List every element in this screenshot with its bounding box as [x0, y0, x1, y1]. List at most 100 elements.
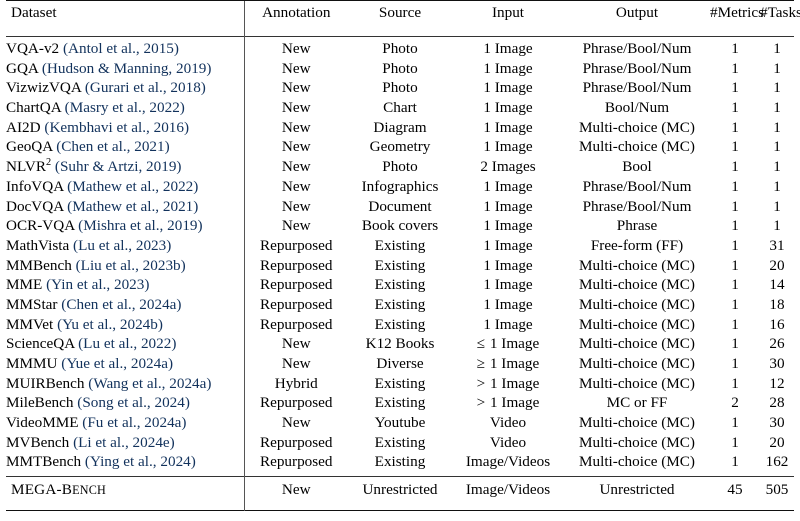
column-header-input: Input	[491, 4, 525, 21]
cell-metrics-count: 1	[731, 433, 739, 451]
dataset-citation-link[interactable]: (Ying et al., 2024)	[85, 453, 196, 470]
cell-tasks-count: 1	[773, 59, 781, 77]
cell-source: Existing	[374, 276, 426, 294]
input-value: 1 Image	[483, 256, 533, 274]
cell-input: Video	[452, 415, 564, 435]
dataset-citation-link[interactable]: (Lu et al., 2023)	[73, 237, 171, 254]
cell-tasks-count: 1	[773, 177, 781, 195]
dataset-name: VideoMME	[6, 414, 79, 432]
cell-dataset: GeoQA (Chen et al., 2021)	[6, 138, 245, 159]
table-header-row: Dataset Annotation Source Input Output #Metri…	[6, 1, 800, 37]
cell-tasks-count: 1	[773, 197, 781, 215]
dataset-citation-link[interactable]: (Yin et al., 2023)	[46, 276, 149, 293]
dataset-citation-link[interactable]: (Gurari et al., 2018)	[85, 79, 206, 96]
cell-annotation-summary: New	[281, 480, 311, 498]
dataset-citation-link[interactable]: (Yue et al., 2024a)	[61, 355, 173, 372]
column-header-tasks: #Tasks	[760, 4, 800, 21]
cell-dataset: MUIRBench (Wang et al., 2024a)	[6, 375, 245, 395]
table-container: Dataset Annotation Source Input Output #Metri…	[0, 0, 800, 516]
input-value: 1 Image	[483, 276, 533, 294]
cell-source: Diverse	[376, 355, 424, 372]
cell-source: Diagram	[373, 118, 427, 136]
cell-input: 1 Image	[452, 237, 564, 257]
table-row: VizwizVQA (Gurari et al., 2018) New Photo 1…	[6, 79, 794, 100]
dataset-citation-link[interactable]: (Li et al., 2024e)	[73, 434, 175, 451]
dataset-name: VizwizVQA	[6, 79, 82, 97]
dataset-citation-link[interactable]: (Mathew et al., 2021)	[67, 198, 198, 215]
cell-source: Existing	[374, 315, 426, 333]
cell-output: Multi-choice (MC)	[579, 295, 695, 313]
cell-source: Existing	[374, 295, 426, 313]
input-value: 1 Image	[483, 59, 533, 77]
cell-dataset: MileBench (Song et al., 2024)	[6, 394, 245, 415]
cell-metrics-count: 1	[731, 414, 739, 432]
cell-source: Infographics	[361, 177, 439, 195]
dataset-citation-link[interactable]: (Suhr & Artzi, 2019)	[55, 158, 182, 175]
dataset-name: GeoQA	[6, 138, 53, 156]
cell-output: Bool/Num	[604, 99, 670, 117]
table-row: GQA (Hudson & Manning, 2019) New Photo 1 Im…	[6, 60, 794, 80]
cell-input: 1 Image	[452, 178, 564, 198]
table-row: MMBench (Liu et al., 2023b) Repurposed Exi…	[6, 257, 794, 277]
cell-input: 1 Image	[452, 80, 564, 100]
dataset-citation-link[interactable]: (Hudson & Manning, 2019)	[42, 60, 212, 77]
cell-source-summary: Unrestricted	[362, 480, 438, 498]
cell-input: 1 Image	[452, 100, 564, 120]
cell-metrics-count: 1	[731, 236, 739, 254]
dataset-name: GQA	[6, 59, 39, 77]
cell-output: Phrase/Bool/Num	[582, 79, 692, 97]
cell-dataset: VQA-v2 (Antol et al., 2015)	[6, 37, 245, 61]
column-header-dataset: Dataset	[6, 1, 245, 37]
cell-output: Multi-choice (MC)	[579, 315, 695, 333]
cell-source: K12 Books	[365, 335, 435, 353]
cell-source: Existing	[374, 256, 426, 274]
megabench-name-main: MEGA-B	[11, 480, 73, 498]
cell-metrics-count: 1	[731, 256, 739, 274]
dataset-citation-link[interactable]: (Lu et al., 2022)	[78, 335, 176, 352]
table-row: VideoMME (Fu et al., 2024a) New Youtube Vid…	[6, 414, 794, 435]
cell-tasks-summary: 505	[765, 480, 789, 498]
dataset-citation-link[interactable]: (Fu et al., 2024a)	[82, 414, 186, 431]
cell-dataset: ScienceQA (Lu et al., 2022)	[6, 335, 245, 356]
dataset-citation-link[interactable]: (Kembhavi et al., 2016)	[44, 119, 189, 136]
table-row: MMStar (Chen et al., 2024a) Repurposed Exi…	[6, 295, 794, 317]
dataset-citation-link[interactable]: (Masry et al., 2022)	[65, 99, 185, 116]
cell-output: Phrase/Bool/Num	[582, 59, 692, 77]
cell-input-summary: Image/Videos	[465, 480, 551, 498]
dataset-citation-link[interactable]: (Wang et al., 2024a)	[88, 375, 211, 392]
input-relational-operator: ≥	[476, 355, 486, 372]
table-row: ScienceQA (Lu et al., 2022) New K12 Books ≤…	[6, 335, 794, 356]
cell-metrics-count: 1	[731, 295, 739, 313]
cell-metrics-count: 1	[731, 335, 739, 353]
cell-annotation: Repurposed	[259, 256, 333, 274]
cell-annotation: New	[281, 99, 311, 117]
dataset-name: MMTBench	[6, 453, 82, 471]
cell-dataset: MMStar (Chen et al., 2024a)	[6, 295, 245, 317]
cell-metrics-count: 1	[731, 217, 739, 235]
cell-output: Multi-choice (MC)	[579, 118, 695, 136]
dataset-citation-link[interactable]: (Mathew et al., 2022)	[67, 178, 198, 195]
column-header-output: Output	[615, 4, 659, 21]
cell-annotation: Repurposed	[259, 236, 333, 254]
cell-input: 1 Image	[452, 37, 564, 60]
cell-metrics-count: 2	[731, 394, 739, 412]
dataset-citation-link[interactable]: (Mishra et al., 2019)	[78, 217, 202, 234]
cell-tasks-count: 1	[773, 138, 781, 156]
dataset-citation-link[interactable]: (Chen et al., 2024a)	[61, 296, 181, 313]
cell-source: Photo	[382, 40, 418, 57]
cell-dataset: ChartQA (Masry et al., 2022)	[6, 99, 245, 120]
cell-output: Multi-choice (MC)	[579, 433, 695, 451]
dataset-name: MMStar	[6, 295, 58, 313]
dataset-citation-link[interactable]: (Antol et al., 2015)	[63, 40, 179, 57]
cell-source: Existing	[374, 374, 426, 392]
dataset-citation-link[interactable]: (Song et al., 2024)	[77, 394, 190, 411]
table-row: MVBench (Li et al., 2024e) Repurposed Exis…	[6, 434, 794, 454]
bottom-spacer	[6, 511, 794, 521]
cell-output-summary: Unrestricted	[599, 480, 675, 498]
dataset-citation-link[interactable]: (Yu et al., 2024b)	[57, 316, 163, 333]
dataset-citation-link[interactable]: (Liu et al., 2023b)	[76, 257, 186, 274]
cell-tasks-count: 18	[769, 295, 785, 313]
cell-dataset: MMTBench (Ying et al., 2024)	[6, 453, 245, 477]
dataset-name: MME	[6, 276, 43, 294]
dataset-citation-link[interactable]: (Chen et al., 2021)	[56, 138, 169, 155]
